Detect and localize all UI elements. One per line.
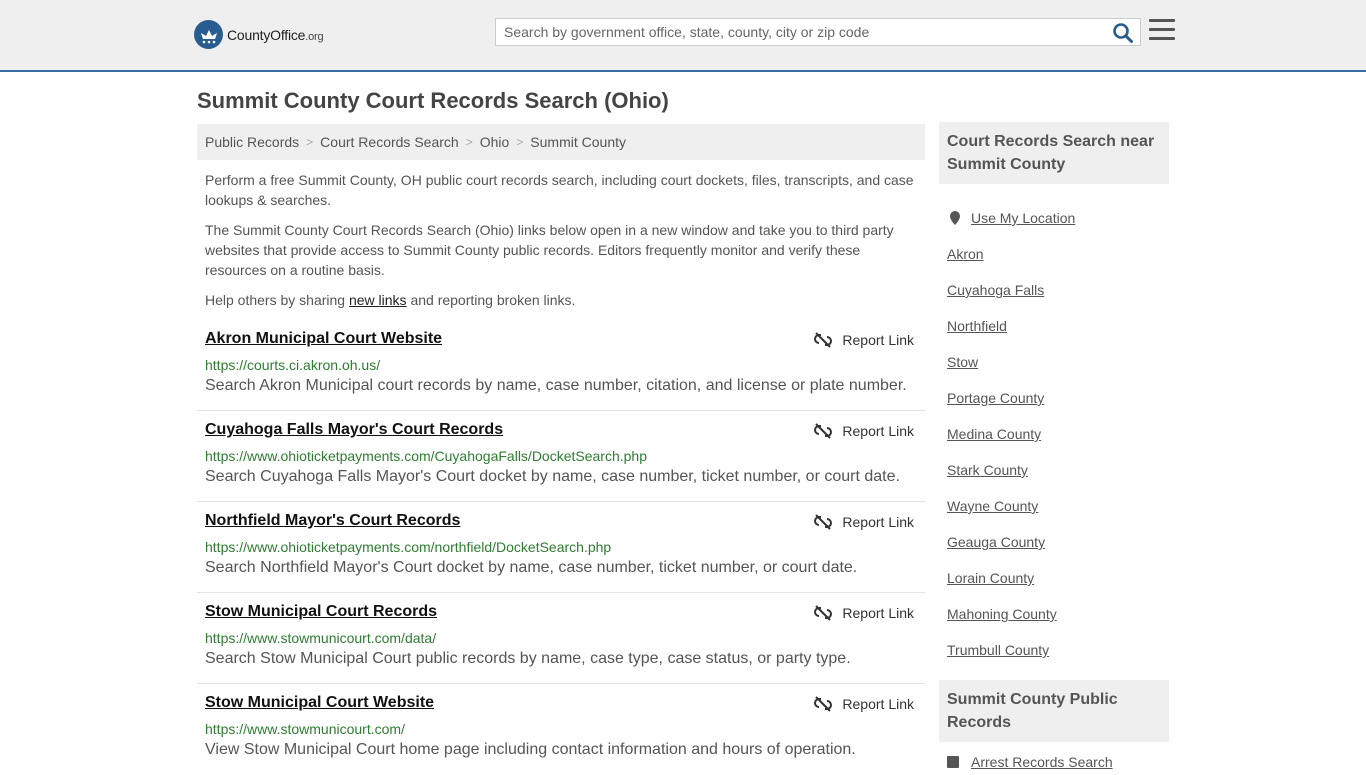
report-link-label: Report Link [842,514,914,530]
report-link-button[interactable]: Report Link [814,331,914,349]
breadcrumb-separator: > [516,135,524,149]
breadcrumb-ohio[interactable]: Ohio [480,134,510,150]
broken-link-icon [814,332,833,348]
map-pin-icon [950,211,960,225]
listing-title-link[interactable]: Cuyahoga Falls Mayor's Court Records [205,421,503,439]
breadcrumb-separator: > [465,135,473,149]
sidebar-item: Portage County [947,380,1167,416]
sidebar-item: Stow [947,344,1167,380]
sidebar-link-medina-county[interactable]: Medina County [947,426,1041,442]
broken-link-icon [814,514,833,530]
listing-url: https://www.ohioticketpayments.com/Cuyah… [205,448,647,464]
sidebar-item: Northfield [947,308,1167,344]
hamburger-menu-button[interactable] [1149,19,1175,43]
page-title: Summit County Court Records Search (Ohio… [197,88,669,113]
sidebar-item: Trumbull County [947,632,1167,668]
sidebar-item: Geauga County [947,524,1167,560]
listing-description: Search Northfield Mayor's Court docket b… [205,559,858,576]
listing-url: https://courts.ci.akron.oh.us/ [205,357,381,373]
broken-link-icon [814,423,833,439]
search-bar [495,18,1141,46]
intro-paragraph-1: Perform a free Summit County, OH public … [205,172,914,208]
listing-item: Northfield Mayor's Court Records Report … [197,502,925,593]
sidebar-item: Wayne County [947,488,1167,524]
breadcrumb-summit-county[interactable]: Summit County [530,134,626,150]
intro-text: Perform a free Summit County, OH public … [205,170,920,320]
sidebar-link-stow[interactable]: Stow [947,354,978,370]
listing-title-link[interactable]: Stow Municipal Court Website [205,694,434,712]
report-link-label: Report Link [842,696,914,712]
report-link-button[interactable]: Report Link [814,695,914,713]
sidebar-item: Mahoning County [947,596,1167,632]
listing-description: Search Akron Municipal court records by … [205,377,907,394]
listing-item: Stow Municipal Court Records Report Link… [197,593,925,684]
new-links-link[interactable]: new links [349,292,407,308]
listing-title-link[interactable]: Stow Municipal Court Records [205,603,437,621]
listing-description: Search Cuyahoga Falls Mayor's Court dock… [205,468,900,485]
sidebar-link-portage-county[interactable]: Portage County [947,390,1044,406]
sidebar-item: Akron [947,236,1167,272]
listing-title-link[interactable]: Akron Municipal Court Website [205,330,442,348]
sidebar-item: Stark County [947,452,1167,488]
broken-link-icon [814,696,833,712]
sidebar-item: Cuyahoga Falls [947,272,1167,308]
listing-url: https://www.stowmunicourt.com/ [205,721,405,737]
report-link-label: Report Link [842,423,914,439]
search-icon [1113,23,1133,43]
listing-title-link[interactable]: Northfield Mayor's Court Records [205,512,460,530]
intro-paragraph-2: The Summit County Court Records Search (… [205,222,894,278]
breadcrumb-court-records-search[interactable]: Court Records Search [320,134,459,150]
site-header: CountyOffice.org [0,0,1366,72]
breadcrumb: Public Records > Court Records Search > … [197,124,925,160]
sidebar-link-geauga-county[interactable]: Geauga County [947,534,1045,550]
report-link-button[interactable]: Report Link [814,513,914,531]
sidebar-link-cuyahoga-falls[interactable]: Cuyahoga Falls [947,282,1044,298]
sidebar-link-akron[interactable]: Akron [947,246,984,262]
site-logo[interactable]: CountyOffice.org [194,20,324,49]
search-input[interactable] [496,19,1106,45]
report-link-label: Report Link [842,332,914,348]
menu-bar [1149,19,1175,22]
use-my-location-item: Use My Location [947,200,1167,236]
use-my-location-link[interactable]: Use My Location [971,210,1075,226]
listing-item: Stow Municipal Court Website Report Link… [197,684,925,775]
sidebar-heading-public-records: Summit County Public Records [939,680,1169,742]
sidebar-heading-nearby: Court Records Search near Summit County [939,122,1169,184]
logo-text: CountyOffice.org [227,26,324,43]
intro-paragraph-3: Help others by sharing new links and rep… [205,292,576,308]
menu-bar [1149,28,1175,31]
report-link-label: Report Link [842,605,914,621]
sidebar-link-trumbull-county[interactable]: Trumbull County [947,642,1049,658]
breadcrumb-separator: > [306,135,314,149]
menu-bar [1149,37,1175,40]
broken-link-icon [814,605,833,621]
listing-item: Cuyahoga Falls Mayor's Court Records Rep… [197,411,925,502]
sidebar-link-mahoning-county[interactable]: Mahoning County [947,606,1057,622]
sidebar-link-lorain-county[interactable]: Lorain County [947,570,1034,586]
listing-description: Search Stow Municipal Court public recor… [205,650,851,667]
listing-url: https://www.ohioticketpayments.com/north… [205,539,612,555]
record-bullet-icon [947,756,959,768]
search-button[interactable] [1112,22,1134,44]
logo-badge-icon [194,20,223,49]
sidebar-link-stark-county[interactable]: Stark County [947,462,1028,478]
report-link-button[interactable]: Report Link [814,422,914,440]
listing-description: View Stow Municipal Court home page incl… [205,741,856,758]
breadcrumb-public-records[interactable]: Public Records [205,134,299,150]
sidebar-link-northfield[interactable]: Northfield [947,318,1007,334]
sidebar-item: Medina County [947,416,1167,452]
sidebar-link-wayne-county[interactable]: Wayne County [947,498,1038,514]
report-link-button[interactable]: Report Link [814,604,914,622]
sidebar-item: Lorain County [947,560,1167,596]
listing-url: https://www.stowmunicourt.com/data/ [205,630,437,646]
sidebar-nearby-list: Use My Location Akron Cuyahoga Falls Nor… [947,200,1167,668]
listing-item: Akron Municipal Court Website Report Lin… [197,320,925,411]
